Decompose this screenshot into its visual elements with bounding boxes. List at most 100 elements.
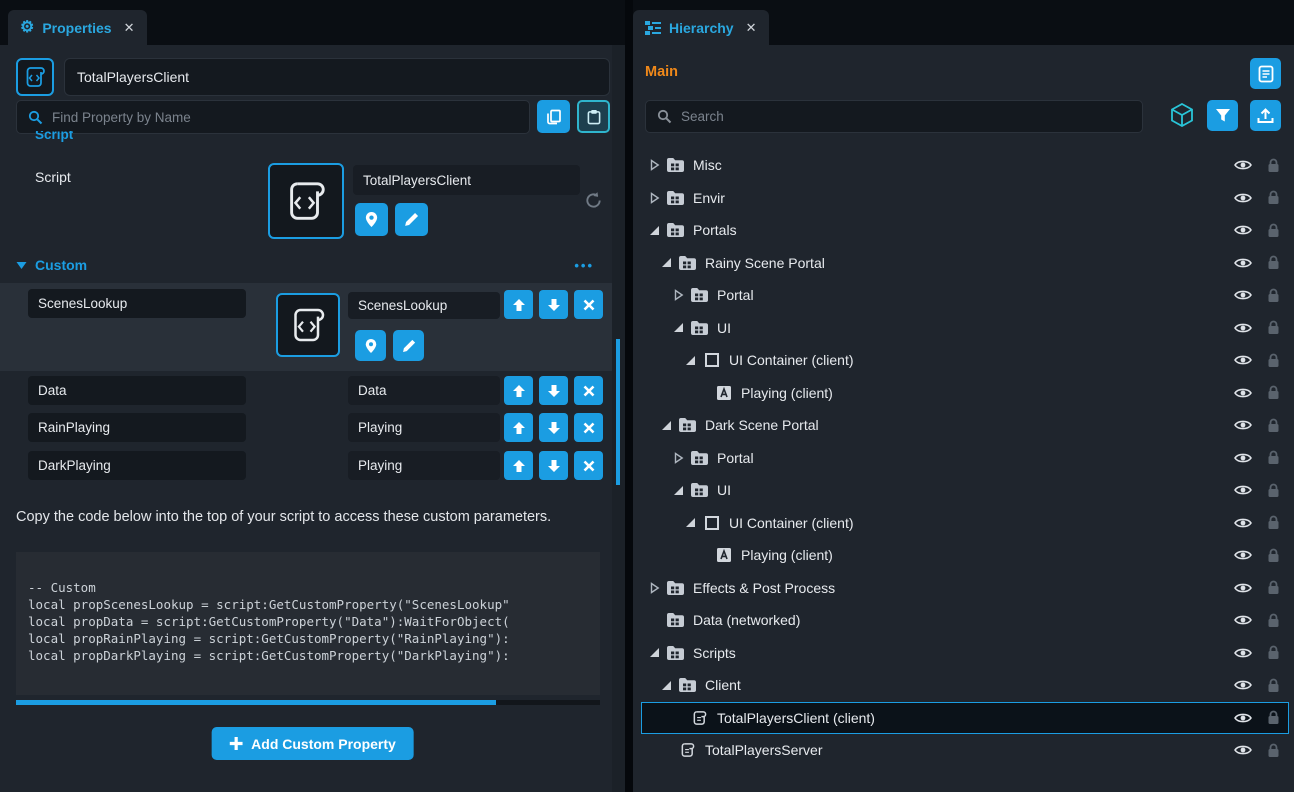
tree-row[interactable]: Playing (client): [641, 377, 1289, 410]
tree-row[interactable]: Data (networked): [641, 604, 1289, 637]
property-value-field[interactable]: Data: [348, 376, 500, 405]
tree-item-label[interactable]: UI Container (client): [729, 352, 1228, 368]
paste-properties-button[interactable]: [577, 100, 610, 133]
tree-item-label[interactable]: TotalPlayersClient (client): [717, 710, 1228, 726]
tree-item-label[interactable]: Envir: [693, 190, 1228, 206]
move-down-button[interactable]: [539, 290, 568, 319]
visibility-eye-icon[interactable]: [1228, 387, 1258, 399]
visibility-eye-icon[interactable]: [1228, 289, 1258, 301]
script-asset-iconbox[interactable]: [268, 163, 344, 239]
lock-icon[interactable]: [1258, 743, 1288, 758]
visibility-eye-icon[interactable]: [1228, 257, 1258, 269]
move-down-button[interactable]: [539, 376, 568, 405]
scrollbar-thumb[interactable]: [616, 339, 620, 485]
custom-section-label[interactable]: Custom: [35, 257, 87, 273]
visibility-eye-icon[interactable]: [1228, 614, 1258, 626]
expander-collapsed-icon[interactable]: [670, 289, 687, 301]
tree-item-label[interactable]: Effects & Post Process: [693, 580, 1228, 596]
export-upload-button[interactable]: [1250, 100, 1281, 131]
add-custom-property-button[interactable]: Add Custom Property: [211, 727, 414, 760]
tree-row[interactable]: Dark Scene Portal: [641, 409, 1289, 442]
tree-item-label[interactable]: Rainy Scene Portal: [705, 255, 1228, 271]
move-up-button[interactable]: [504, 376, 533, 405]
lock-icon[interactable]: [1258, 580, 1288, 595]
tree-item-label[interactable]: Portals: [693, 222, 1228, 238]
lock-icon[interactable]: [1258, 288, 1288, 303]
tree-item-label[interactable]: Portal: [717, 287, 1228, 303]
property-search-input[interactable]: [52, 110, 518, 125]
visibility-eye-icon[interactable]: [1228, 192, 1258, 204]
visibility-eye-icon[interactable]: [1228, 159, 1258, 171]
tree-row[interactable]: UI Container (client): [641, 507, 1289, 540]
lock-icon[interactable]: [1258, 483, 1288, 498]
scrollbar-thumb[interactable]: [16, 700, 496, 705]
visibility-eye-icon[interactable]: [1228, 484, 1258, 496]
property-name-field[interactable]: DarkPlaying: [28, 451, 246, 480]
move-down-button[interactable]: [539, 413, 568, 442]
visibility-eye-icon[interactable]: [1228, 679, 1258, 691]
delete-property-button[interactable]: [574, 376, 603, 405]
delete-property-button[interactable]: [574, 290, 603, 319]
expander-expanded-icon[interactable]: [682, 517, 699, 528]
tree-item-label[interactable]: Misc: [693, 157, 1228, 173]
expander-expanded-icon[interactable]: [658, 680, 675, 691]
move-up-button[interactable]: [504, 413, 533, 442]
visibility-eye-icon[interactable]: [1228, 419, 1258, 431]
lock-icon[interactable]: [1258, 223, 1288, 238]
copy-properties-button[interactable]: [537, 100, 570, 133]
expander-expanded-icon[interactable]: [658, 257, 675, 268]
script-asset-value[interactable]: TotalPlayersClient: [353, 165, 580, 195]
tree-item-label[interactable]: Portal: [717, 450, 1228, 466]
tree-item-label[interactable]: Scripts: [693, 645, 1228, 661]
tree-item-label[interactable]: TotalPlayersServer: [705, 742, 1228, 758]
tree-row[interactable]: Misc: [641, 149, 1289, 182]
tree-row[interactable]: Envir: [641, 182, 1289, 215]
tree-item-label[interactable]: UI: [717, 482, 1228, 498]
visibility-eye-icon[interactable]: [1228, 452, 1258, 464]
property-value-field[interactable]: Playing: [348, 451, 500, 480]
tree-item-label[interactable]: Playing (client): [741, 385, 1228, 401]
tree-row[interactable]: Client: [641, 669, 1289, 702]
section-collapse-icon[interactable]: [16, 261, 27, 270]
lock-icon[interactable]: [1258, 353, 1288, 368]
expander-expanded-icon[interactable]: [646, 225, 663, 236]
object-cube-icon[interactable]: [1171, 103, 1193, 132]
property-name-field[interactable]: Data: [28, 376, 246, 405]
expander-expanded-icon[interactable]: [646, 647, 663, 658]
edit-script-button[interactable]: [395, 203, 428, 236]
visibility-eye-icon[interactable]: [1228, 517, 1258, 529]
tree-item-label[interactable]: Data (networked): [693, 612, 1228, 628]
expander-collapsed-icon[interactable]: [670, 452, 687, 464]
tree-row[interactable]: UI: [641, 474, 1289, 507]
tree-row[interactable]: Rainy Scene Portal: [641, 247, 1289, 280]
tree-item-label[interactable]: UI Container (client): [729, 515, 1228, 531]
tree-row[interactable]: Effects & Post Process: [641, 572, 1289, 605]
lock-icon[interactable]: [1258, 710, 1288, 725]
move-down-button[interactable]: [539, 451, 568, 480]
tree-row[interactable]: Portal: [641, 279, 1289, 312]
tree-item-label[interactable]: Playing (client): [741, 547, 1228, 563]
tree-item-label[interactable]: Client: [705, 677, 1228, 693]
script-generator-button[interactable]: [1250, 58, 1281, 89]
expander-expanded-icon[interactable]: [670, 322, 687, 333]
visibility-eye-icon[interactable]: [1228, 744, 1258, 756]
tree-row[interactable]: Portals: [641, 214, 1289, 247]
tree-item-label[interactable]: UI: [717, 320, 1228, 336]
tree-row[interactable]: TotalPlayersServer: [641, 734, 1289, 767]
tree-item-label[interactable]: Dark Scene Portal: [705, 417, 1228, 433]
expander-expanded-icon[interactable]: [682, 355, 699, 366]
tree-row[interactable]: Portal: [641, 442, 1289, 475]
lock-icon[interactable]: [1258, 255, 1288, 270]
lock-icon[interactable]: [1258, 190, 1288, 205]
property-value-field[interactable]: Playing: [348, 413, 500, 442]
close-icon[interactable]: ✕: [124, 20, 135, 36]
hierarchy-search-input[interactable]: [681, 109, 1131, 124]
expander-collapsed-icon[interactable]: [646, 582, 663, 594]
filter-button[interactable]: [1207, 100, 1238, 131]
scene-name-label[interactable]: Main: [645, 64, 678, 80]
delete-property-button[interactable]: [574, 451, 603, 480]
lock-icon[interactable]: [1258, 613, 1288, 628]
property-name-field[interactable]: ScenesLookup: [28, 289, 246, 318]
close-icon[interactable]: ✕: [746, 20, 757, 36]
lock-icon[interactable]: [1258, 645, 1288, 660]
